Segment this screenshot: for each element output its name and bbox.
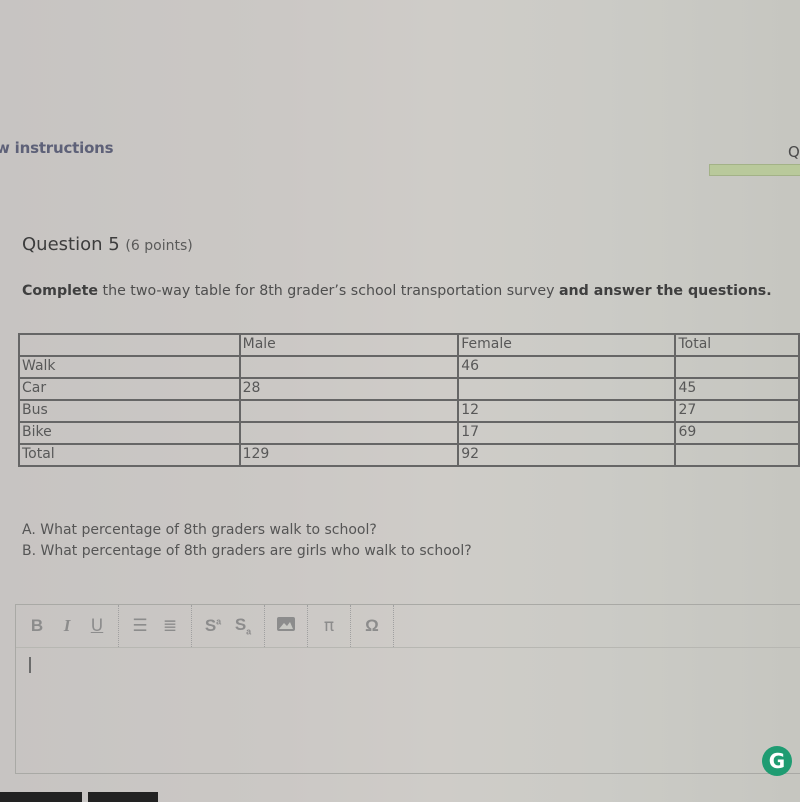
row-label: Bike <box>18 421 241 445</box>
prompt-text: the two-way table for 8th grader’s schoo… <box>98 283 559 299</box>
subscript-mark: a <box>246 626 252 637</box>
bold-button[interactable]: B <box>22 616 52 636</box>
underline-button[interactable]: U <box>82 616 112 636</box>
cell-female: 12 <box>457 399 677 423</box>
question-points: (6 points) <box>125 238 193 254</box>
header-cell-male: Male <box>238 333 460 357</box>
table-header-row: Male Female Total <box>18 333 800 357</box>
editor-toolbar: B I U ☰ ≣ Sa Sa π Ω <box>16 605 800 648</box>
header-cell-empty <box>18 333 241 357</box>
subscript-button[interactable]: Sa <box>228 615 258 636</box>
pi-icon[interactable]: π <box>314 616 344 636</box>
row-label: Car <box>18 377 241 401</box>
math-group: π <box>308 605 351 647</box>
answer-editor[interactable]: B I U ☰ ≣ Sa Sa π Ω <box>15 604 800 774</box>
cell-male: 129 <box>238 443 460 467</box>
row-label: Total <box>18 443 241 467</box>
cell-female <box>457 377 677 401</box>
superscript-mark: a <box>216 616 222 627</box>
cell-male: 28 <box>238 377 460 401</box>
cell-total: 27 <box>674 399 800 423</box>
prompt-bold-2: and answer the questions. <box>558 283 772 299</box>
cell-total: 69 <box>674 421 800 445</box>
image-icon-glyph <box>277 616 295 631</box>
question-title: Question 5 <box>22 234 120 255</box>
cell-male <box>238 421 460 445</box>
table-row-total: Total 129 92 <box>18 443 800 467</box>
numbered-list-icon[interactable]: ≣ <box>155 616 185 636</box>
table-row: Walk 46 <box>18 355 800 379</box>
italic-button[interactable]: I <box>52 616 82 636</box>
script-group: Sa Sa <box>192 605 265 647</box>
table-row: Bus 12 27 <box>18 399 800 423</box>
image-group <box>265 605 308 647</box>
header-cell-female: Female <box>457 333 677 357</box>
cell-total <box>674 443 800 467</box>
image-icon[interactable] <box>271 616 301 637</box>
table-row: Bike 17 69 <box>18 421 800 445</box>
two-way-table: Male Female Total Walk 46 Car 28 45 Bus … <box>18 333 800 467</box>
question-prompt: Complete the two-way table for 8th grade… <box>22 283 772 299</box>
row-label: Bus <box>18 399 241 423</box>
list-group: ☰ ≣ <box>119 605 192 647</box>
sub-questions: A. What percentage of 8th graders walk t… <box>22 520 472 562</box>
cell-total <box>674 355 800 379</box>
cell-female: 46 <box>457 355 677 379</box>
sub-question-a: A. What percentage of 8th graders walk t… <box>22 522 377 538</box>
bottom-button-1[interactable] <box>0 792 82 802</box>
superscript-letter: S <box>204 616 217 635</box>
header-cell-total: Total <box>674 333 800 357</box>
omega-icon[interactable]: Ω <box>357 616 387 636</box>
format-group: B I U <box>16 605 119 647</box>
cell-total: 45 <box>674 377 800 401</box>
question-heading: Question 5 (6 points) <box>22 234 193 255</box>
bottom-button-2[interactable] <box>88 792 158 802</box>
progress-bar <box>709 164 800 176</box>
text-cursor <box>29 657 31 673</box>
table-row: Car 28 45 <box>18 377 800 401</box>
cell-female: 17 <box>457 421 677 445</box>
question-nav-label[interactable]: Q <box>788 143 800 161</box>
row-label: Walk <box>18 355 241 379</box>
sub-question-b: B. What percentage of 8th graders are gi… <box>22 543 472 559</box>
prompt-bold-1: Complete <box>22 283 98 299</box>
symbol-group: Ω <box>351 605 394 647</box>
bullet-list-icon[interactable]: ☰ <box>125 616 155 636</box>
grammarly-icon[interactable]: G <box>762 746 792 776</box>
subscript-letter: S <box>234 615 247 635</box>
cell-male <box>238 399 460 423</box>
instructions-link[interactable]: w instructions <box>0 139 114 157</box>
superscript-button[interactable]: Sa <box>198 616 228 636</box>
cell-male <box>238 355 460 379</box>
cell-female: 92 <box>457 443 677 467</box>
